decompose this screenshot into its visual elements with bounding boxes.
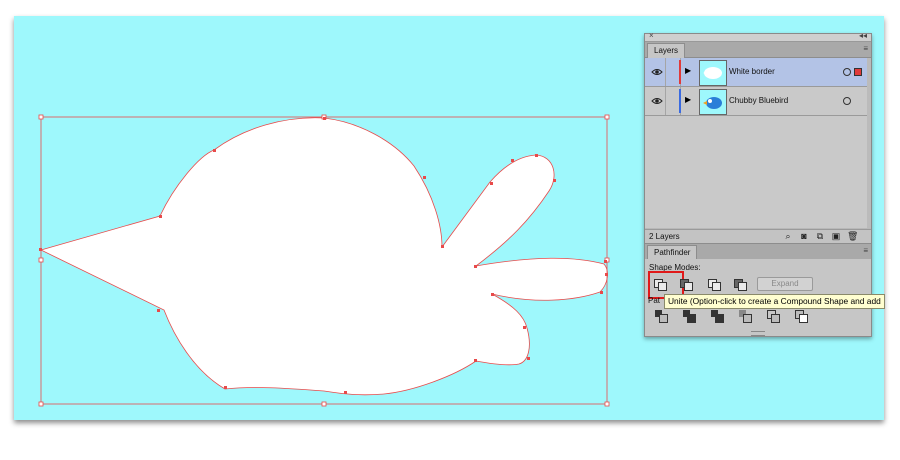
target-circle-icon[interactable]: [843, 97, 851, 105]
crop-button[interactable]: [739, 310, 752, 323]
pathfinder-tabbar: Pathfinder ≡: [645, 243, 871, 260]
panel-resize-grip[interactable]: [751, 331, 765, 336]
selection-indicator[interactable]: [854, 68, 862, 76]
layers-tabbar: Layers ≡: [645, 42, 871, 58]
trim-button[interactable]: [683, 310, 696, 323]
merge-button[interactable]: [711, 310, 724, 323]
layers-footer: 2 Layers ⌕ ◙ ⧉ ▣ 🗑: [645, 229, 871, 243]
white-border-shape[interactable]: [39, 117, 608, 396]
search-icon[interactable]: ⌕: [783, 231, 793, 241]
layers-pathfinder-panel: × ◂◂ Layers ≡ ▶ White border ▶ Chubby Bl…: [644, 31, 872, 337]
pathfinders-label: Pat: [648, 296, 661, 305]
unite-button[interactable]: [651, 276, 669, 292]
unite-tooltip: Unite (Option-click to create a Compound…: [664, 294, 885, 309]
visibility-eye-icon[interactable]: [651, 95, 663, 107]
create-sublayer-icon[interactable]: ⧉: [815, 231, 825, 241]
collapse-icon[interactable]: ◂◂: [859, 31, 867, 40]
pathfinder-menu-icon[interactable]: ≡: [863, 247, 868, 255]
minus-back-button[interactable]: [795, 310, 808, 323]
expand-button[interactable]: Expand: [757, 277, 813, 291]
layers-list[interactable]: ▶ White border ▶ Chubby Bluebird: [645, 58, 871, 228]
minus-front-button[interactable]: [677, 276, 695, 292]
panel-title-bar[interactable]: × ◂◂: [645, 31, 871, 42]
outline-button[interactable]: [767, 310, 780, 323]
layer-thumbnail: [699, 60, 727, 86]
layer-color-bar: [679, 89, 681, 113]
close-icon[interactable]: ×: [649, 31, 654, 40]
layer-row-chubby-bluebird[interactable]: ▶ Chubby Bluebird: [645, 87, 867, 116]
tab-layers[interactable]: Layers: [647, 43, 686, 58]
layer-row-white-border[interactable]: ▶ White border: [645, 58, 867, 87]
target-circle-icon[interactable]: [843, 68, 851, 76]
layer-count: 2 Layers: [649, 232, 680, 241]
expand-triangle-icon[interactable]: ▶: [685, 66, 691, 75]
intersect-button[interactable]: [705, 276, 723, 292]
delete-layer-icon[interactable]: 🗑: [847, 231, 858, 241]
tab-pathfinder[interactable]: Pathfinder: [647, 245, 698, 260]
layers-scrollbar[interactable]: [867, 58, 871, 228]
new-layer-icon[interactable]: ▣: [831, 231, 841, 241]
make-clipping-mask-icon[interactable]: ◙: [799, 231, 809, 241]
panel-menu-icon[interactable]: ≡: [863, 45, 868, 53]
layer-name[interactable]: White border: [729, 67, 775, 76]
layer-color-bar: [679, 60, 681, 84]
layer-name[interactable]: Chubby Bluebird: [729, 96, 788, 105]
expand-triangle-icon[interactable]: ▶: [685, 95, 691, 104]
layer-thumbnail: [699, 89, 727, 115]
divide-button[interactable]: [655, 310, 668, 323]
visibility-eye-icon[interactable]: [651, 66, 663, 78]
exclude-button[interactable]: [731, 276, 749, 292]
